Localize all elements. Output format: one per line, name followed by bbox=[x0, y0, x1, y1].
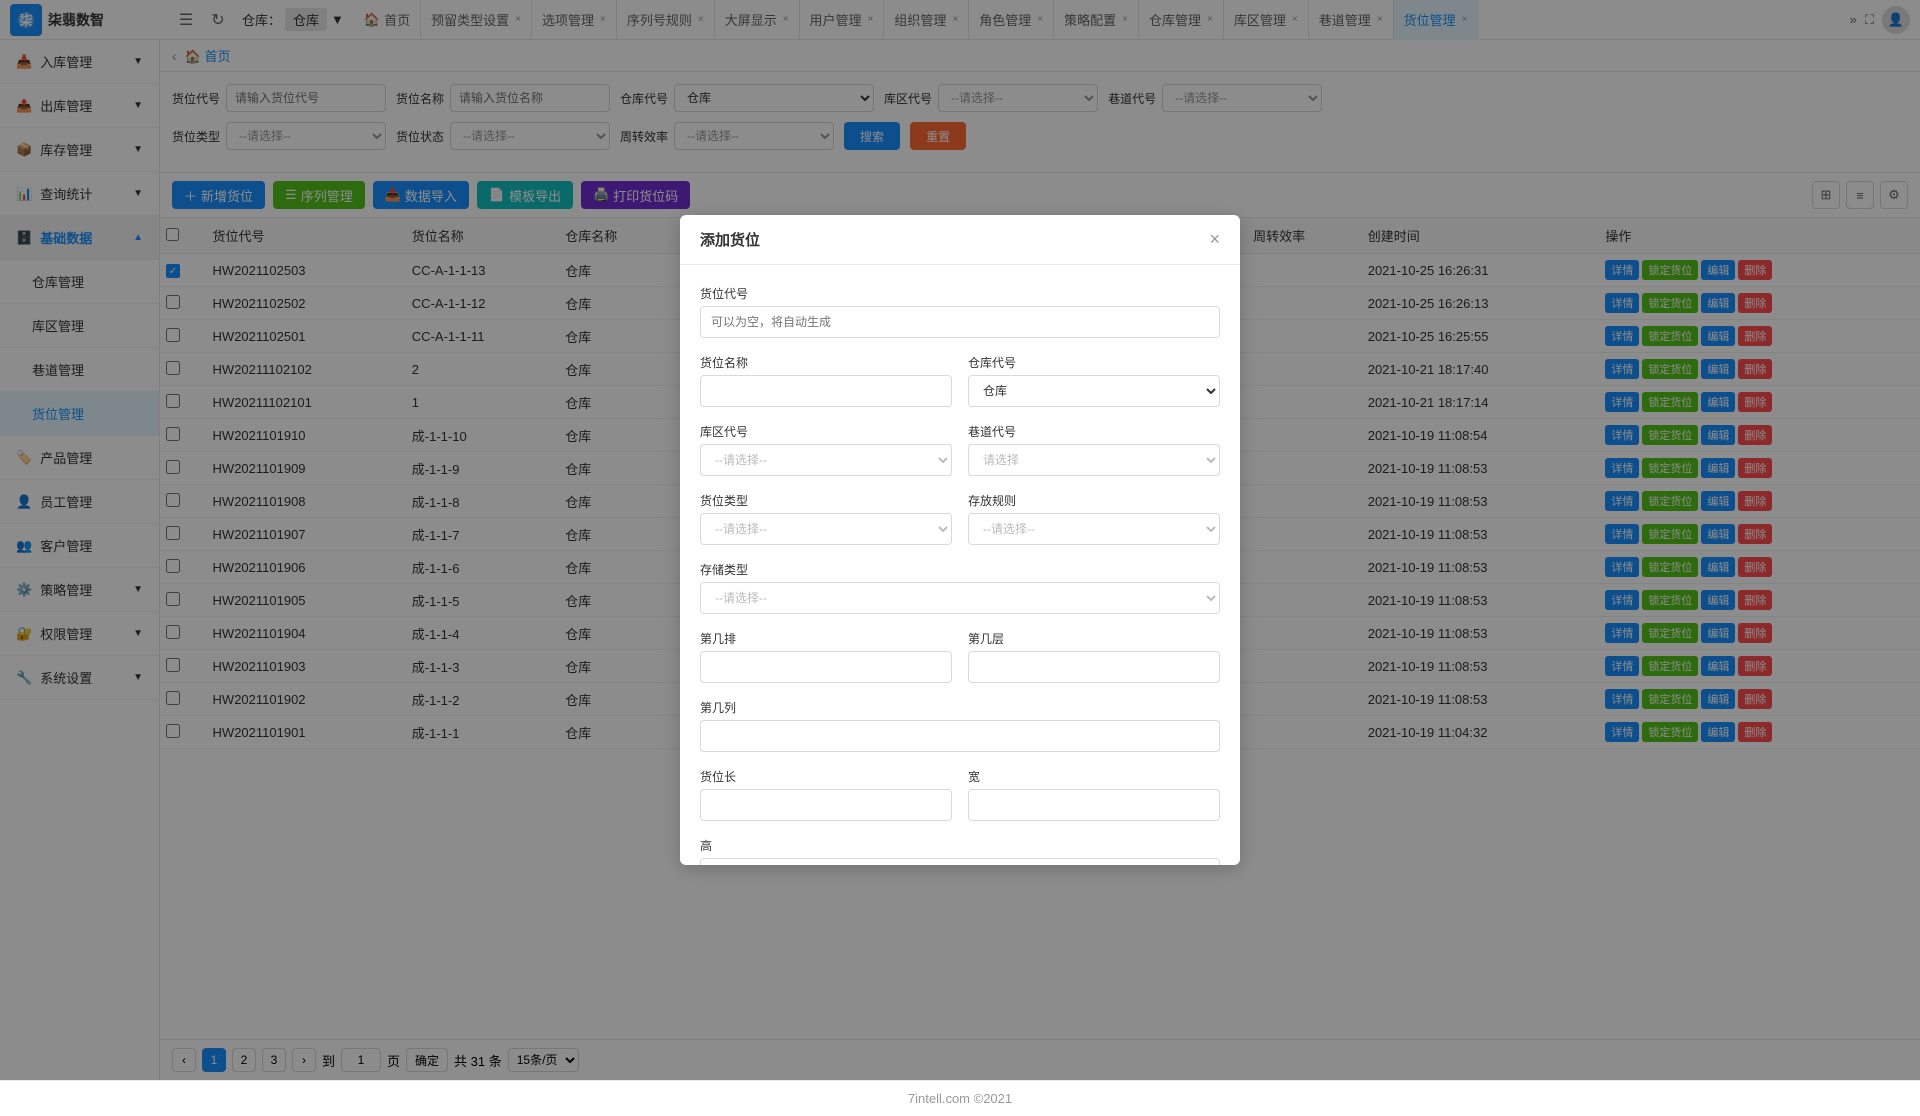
form-height-input[interactable] bbox=[700, 858, 1220, 865]
form-height-label: 高 bbox=[700, 837, 1220, 854]
form-name-input[interactable] bbox=[700, 375, 952, 407]
form-group-aisle: 巷道代号 请选择 bbox=[968, 423, 1220, 476]
form-cargo-type-label: 货位类型 bbox=[700, 492, 952, 509]
form-name-label: 货位名称 bbox=[700, 354, 952, 371]
modal-body: 货位代号 货位名称 仓库代号 仓库 bbox=[680, 265, 1240, 865]
form-length-label: 货位长 bbox=[700, 768, 952, 785]
modal-row-7: 第几列 bbox=[700, 699, 1220, 752]
modal-row-9: 高 bbox=[700, 837, 1220, 865]
form-zone-label: 库区代号 bbox=[700, 423, 952, 440]
form-group-warehouse: 仓库代号 仓库 bbox=[968, 354, 1220, 407]
form-width-label: 宽 bbox=[968, 768, 1220, 785]
form-warehouse-select[interactable]: 仓库 bbox=[968, 375, 1220, 407]
modal-header: 添加货位 × bbox=[680, 215, 1240, 265]
modal-row-1: 货位代号 bbox=[700, 285, 1220, 338]
form-group-name: 货位名称 bbox=[700, 354, 952, 407]
form-zone-select[interactable]: --请选择-- bbox=[700, 444, 952, 476]
form-group-store-rule: 存放规则 --请选择-- bbox=[968, 492, 1220, 545]
form-store-rule-label: 存放规则 bbox=[968, 492, 1220, 509]
form-group-width: 宽 bbox=[968, 768, 1220, 821]
form-length-input[interactable] bbox=[700, 789, 952, 821]
footer-text: 7intell.com ©2021 bbox=[908, 1091, 1012, 1106]
modal-row-5: 存储类型 --请选择-- bbox=[700, 561, 1220, 614]
form-store-rule-select[interactable]: --请选择-- bbox=[968, 513, 1220, 545]
modal-row-3: 库区代号 --请选择-- 巷道代号 请选择 bbox=[700, 423, 1220, 476]
add-location-modal: 添加货位 × 货位代号 货位名称 仓库代号 仓库 bbox=[680, 215, 1240, 865]
form-row-label: 第几排 bbox=[700, 630, 952, 647]
form-group-zone: 库区代号 --请选择-- bbox=[700, 423, 952, 476]
page-footer: 7intell.com ©2021 bbox=[0, 1080, 1920, 1116]
form-aisle-select[interactable]: 请选择 bbox=[968, 444, 1220, 476]
form-width-input[interactable] bbox=[968, 789, 1220, 821]
form-store-type-label: 存储类型 bbox=[700, 561, 1220, 578]
form-group-height: 高 bbox=[700, 837, 1220, 865]
form-warehouse-label: 仓库代号 bbox=[968, 354, 1220, 371]
form-layer-label: 第几层 bbox=[968, 630, 1220, 647]
form-store-type-select[interactable]: --请选择-- bbox=[700, 582, 1220, 614]
form-aisle-label: 巷道代号 bbox=[968, 423, 1220, 440]
form-group-cargo-type: 货位类型 --请选择-- bbox=[700, 492, 952, 545]
modal-row-4: 货位类型 --请选择-- 存放规则 --请选择-- bbox=[700, 492, 1220, 545]
form-group-col: 第几列 bbox=[700, 699, 1220, 752]
form-code-input[interactable] bbox=[700, 306, 1220, 338]
modal-close-button[interactable]: × bbox=[1209, 229, 1220, 250]
modal-row-8: 货位长 宽 bbox=[700, 768, 1220, 821]
form-group-layer: 第几层 bbox=[968, 630, 1220, 683]
form-code-label: 货位代号 bbox=[700, 285, 1220, 302]
form-layer-input[interactable] bbox=[968, 651, 1220, 683]
form-row-input[interactable] bbox=[700, 651, 952, 683]
form-col-label: 第几列 bbox=[700, 699, 1220, 716]
form-col-input[interactable] bbox=[700, 720, 1220, 752]
modal-title: 添加货位 bbox=[700, 229, 760, 250]
form-group-length: 货位长 bbox=[700, 768, 952, 821]
form-group-code: 货位代号 bbox=[700, 285, 1220, 338]
form-cargo-type-select[interactable]: --请选择-- bbox=[700, 513, 952, 545]
modal-row-6: 第几排 第几层 bbox=[700, 630, 1220, 683]
modal-overlay[interactable]: 添加货位 × 货位代号 货位名称 仓库代号 仓库 bbox=[0, 0, 1920, 1080]
modal-row-2: 货位名称 仓库代号 仓库 bbox=[700, 354, 1220, 407]
form-group-store-type: 存储类型 --请选择-- bbox=[700, 561, 1220, 614]
form-group-row: 第几排 bbox=[700, 630, 952, 683]
